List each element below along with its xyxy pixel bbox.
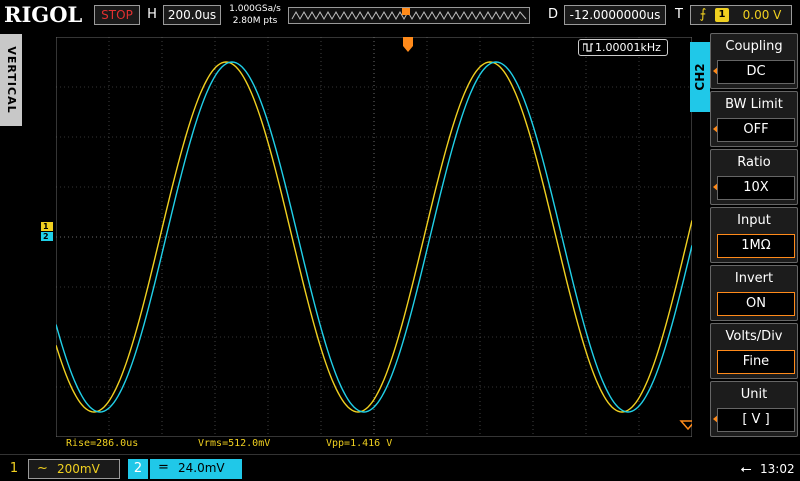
menu-item-value: 10X — [717, 176, 795, 200]
ch2-coupling-icon: = — [158, 460, 169, 475]
ch2-menu-tab-label: CH2 — [693, 63, 707, 91]
menu-item-bw-limit[interactable]: BW Limit OFF — [710, 91, 798, 147]
clock: 13:02 — [760, 462, 795, 476]
trigger-level: 0.00 V — [742, 8, 782, 22]
trigger-label: T — [675, 7, 683, 22]
measurement-vrms[interactable]: Vrms=512.0mV — [198, 438, 318, 450]
menu-item-title: Invert — [734, 271, 774, 286]
top-status-bar: RIGOL STOP H 200.0us 1.000GSa/s 2.80M pt… — [0, 0, 800, 30]
menu-item-value: Fine — [717, 350, 795, 374]
sample-rate: 1.000GSa/s — [229, 4, 281, 14]
rising-edge-icon: ⨍ — [699, 7, 707, 22]
menu-item-value: OFF — [717, 118, 795, 142]
ch1-scale: 200mV — [57, 462, 100, 476]
menu-item-unit[interactable]: Unit [ V ] — [710, 381, 798, 437]
trigger-settings[interactable]: ⨍ 1 0.00 V — [690, 5, 792, 25]
counter-icon — [583, 43, 593, 52]
timebase-value[interactable]: 200.0us — [163, 5, 221, 25]
frequency-counter: 1.00001kHz — [578, 39, 668, 56]
delay-label: D — [547, 7, 558, 22]
ch1-scale-box[interactable]: ~ 200mV — [28, 459, 120, 479]
menu-item-input[interactable]: Input 1MΩ — [710, 207, 798, 263]
ch1-offset-marker[interactable]: 1 — [41, 222, 53, 231]
brand-logo: RIGOL — [4, 2, 83, 27]
menu-item-title: Ratio — [737, 155, 771, 170]
ch2-menu-tab[interactable]: CH2 — [690, 42, 710, 112]
menu-item-value: [ V ] — [717, 408, 795, 432]
menu-item-title: Coupling — [725, 39, 783, 54]
bottom-status-bar: 1 ~ 200mV 2 = 24.0mV ⭠ 13:02 — [0, 454, 800, 481]
frequency-value: 1.00001kHz — [595, 41, 661, 54]
measurement-rise[interactable]: Rise=286.0us — [66, 438, 186, 450]
trigger-source-badge: 1 — [715, 8, 729, 22]
menu-item-invert[interactable]: Invert ON — [710, 265, 798, 321]
usb-icon: ⭠ — [740, 461, 752, 477]
menu-item-value: ON — [717, 292, 795, 316]
menu-item-title: Unit — [740, 387, 768, 402]
menu-item-value: DC — [717, 60, 795, 84]
menu-item-ratio[interactable]: Ratio 10X — [710, 149, 798, 205]
memory-depth: 2.80M pts — [232, 16, 278, 26]
ch2-scale-box[interactable]: = 24.0mV — [150, 459, 242, 479]
menu-item-value: 1MΩ — [717, 234, 795, 258]
menu-item-volts-div[interactable]: Volts/Div Fine — [710, 323, 798, 379]
horizontal-label: H — [147, 7, 157, 22]
ch2-number[interactable]: 2 — [128, 459, 148, 479]
ch2-offset-marker[interactable]: 2 — [41, 232, 53, 241]
run-stop-indicator[interactable]: STOP — [94, 5, 140, 25]
menu-item-title: BW Limit — [725, 97, 783, 112]
ch1-coupling-icon: ~ — [37, 461, 48, 476]
menu-item-coupling[interactable]: Coupling DC — [710, 33, 798, 89]
measurement-vpp[interactable]: Vpp=1.416 V — [326, 438, 446, 450]
menu-item-title: Volts/Div — [725, 329, 783, 344]
waveform-display[interactable] — [56, 37, 692, 437]
trigger-position-marker — [402, 8, 410, 15]
ch2-scale: 24.0mV — [178, 461, 225, 475]
memory-overview-strip — [288, 7, 530, 24]
vertical-tab[interactable]: VERTICAL — [0, 34, 22, 126]
vertical-tab-label: VERTICAL — [5, 46, 18, 114]
delay-value[interactable]: -12.0000000us — [564, 5, 666, 25]
ch1-number[interactable]: 1 — [4, 459, 24, 479]
channel-menu: Coupling DC BW Limit OFF Ratio 10X Input… — [710, 33, 800, 453]
menu-item-title: Input — [737, 213, 771, 228]
